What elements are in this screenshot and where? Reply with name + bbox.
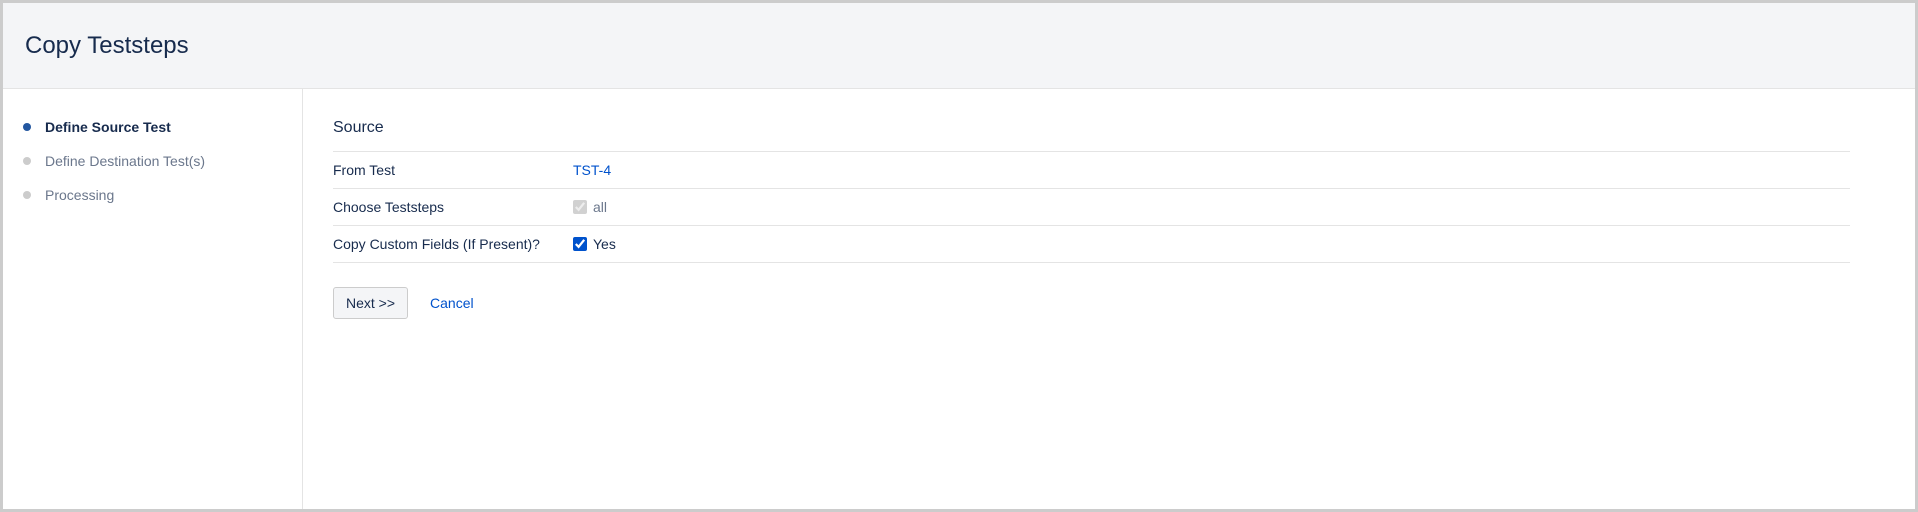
wizard-step-label: Define Destination Test(s) — [45, 153, 205, 169]
wizard-main: Source From Test TST-4 Choose Teststeps … — [303, 89, 1915, 509]
from-test-label: From Test — [333, 152, 573, 189]
dialog-header: Copy Teststeps — [3, 3, 1915, 89]
copy-custom-fields-checkbox[interactable] — [573, 237, 587, 251]
wizard-sidebar: Define Source Test Define Destination Te… — [3, 89, 303, 509]
copy-custom-fields-checkbox-wrap: Yes — [573, 236, 1850, 252]
wizard-step-processing[interactable]: Processing — [23, 187, 282, 203]
wizard-actions: Next >> Cancel — [333, 287, 1850, 319]
row-choose-teststeps: Choose Teststeps all — [333, 189, 1850, 226]
choose-teststeps-checkbox — [573, 200, 587, 214]
row-from-test: From Test TST-4 — [333, 152, 1850, 189]
copy-custom-fields-value-cell: Yes — [573, 226, 1850, 263]
step-dot-icon — [23, 157, 31, 165]
step-dot-icon — [23, 191, 31, 199]
dialog-title: Copy Teststeps — [25, 32, 189, 60]
next-button[interactable]: Next >> — [333, 287, 408, 319]
dialog-frame: Copy Teststeps Define Source Test Define… — [0, 0, 1918, 512]
form-table: From Test TST-4 Choose Teststeps all — [333, 151, 1850, 263]
wizard-step-define-source[interactable]: Define Source Test — [23, 119, 282, 135]
copy-custom-fields-label: Copy Custom Fields (If Present)? — [333, 226, 573, 263]
choose-teststeps-label: Choose Teststeps — [333, 189, 573, 226]
from-test-link[interactable]: TST-4 — [573, 162, 611, 178]
from-test-value-cell: TST-4 — [573, 152, 1850, 189]
wizard-step-label: Define Source Test — [45, 119, 171, 135]
section-title: Source — [333, 119, 1850, 137]
wizard-step-define-destination[interactable]: Define Destination Test(s) — [23, 153, 282, 169]
choose-teststeps-option-label: all — [593, 199, 607, 215]
cancel-link[interactable]: Cancel — [430, 295, 474, 311]
row-copy-custom-fields: Copy Custom Fields (If Present)? Yes — [333, 226, 1850, 263]
copy-custom-fields-option-label: Yes — [593, 236, 616, 252]
wizard-step-label: Processing — [45, 187, 114, 203]
step-dot-icon — [23, 123, 31, 131]
choose-teststeps-value-cell: all — [573, 189, 1850, 226]
choose-teststeps-checkbox-wrap: all — [573, 199, 1850, 215]
dialog-body: Define Source Test Define Destination Te… — [3, 89, 1915, 509]
